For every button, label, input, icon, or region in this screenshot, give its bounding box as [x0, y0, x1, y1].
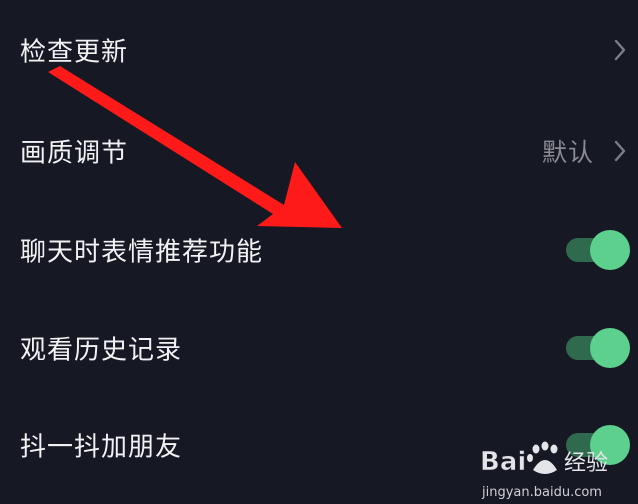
settings-row-watch-history: 观看历史记录: [0, 298, 638, 398]
settings-row-label: 观看历史记录: [20, 335, 183, 366]
svg-text:Bai: Bai: [480, 447, 526, 477]
toggle-knob: [590, 328, 630, 368]
settings-list: 检查更新 画质调节 默认 聊天时表情推荐功能 观看历史记录 抖一抖加朋友: [0, 0, 638, 504]
settings-row-video-quality[interactable]: 画质调节 默认: [0, 101, 638, 201]
settings-row-label: 抖一抖加朋友: [20, 432, 183, 463]
settings-row-label: 聊天时表情推荐功能: [20, 237, 264, 268]
settings-row-value: 默认: [541, 138, 594, 167]
baidu-jingyan-watermark: Bai 经验 jingyan.baidu.com: [478, 440, 630, 500]
baidu-paw-logo-icon: Bai 经验: [480, 441, 608, 477]
svg-text:经验: 经验: [564, 451, 608, 476]
settings-row-label: 检查更新: [20, 37, 129, 68]
chevron-right-icon: [614, 39, 626, 61]
settings-row-label: 画质调节: [20, 138, 129, 169]
settings-row-check-update[interactable]: 检查更新: [0, 0, 638, 100]
settings-row-chat-emoji-recommend: 聊天时表情推荐功能: [0, 200, 638, 300]
watch-history-toggle[interactable]: [566, 328, 630, 368]
chevron-right-icon: [614, 140, 626, 162]
emoji-recommend-toggle[interactable]: [566, 230, 630, 270]
watermark-url: jingyan.baidu.com: [482, 485, 602, 500]
toggle-knob: [590, 230, 630, 270]
